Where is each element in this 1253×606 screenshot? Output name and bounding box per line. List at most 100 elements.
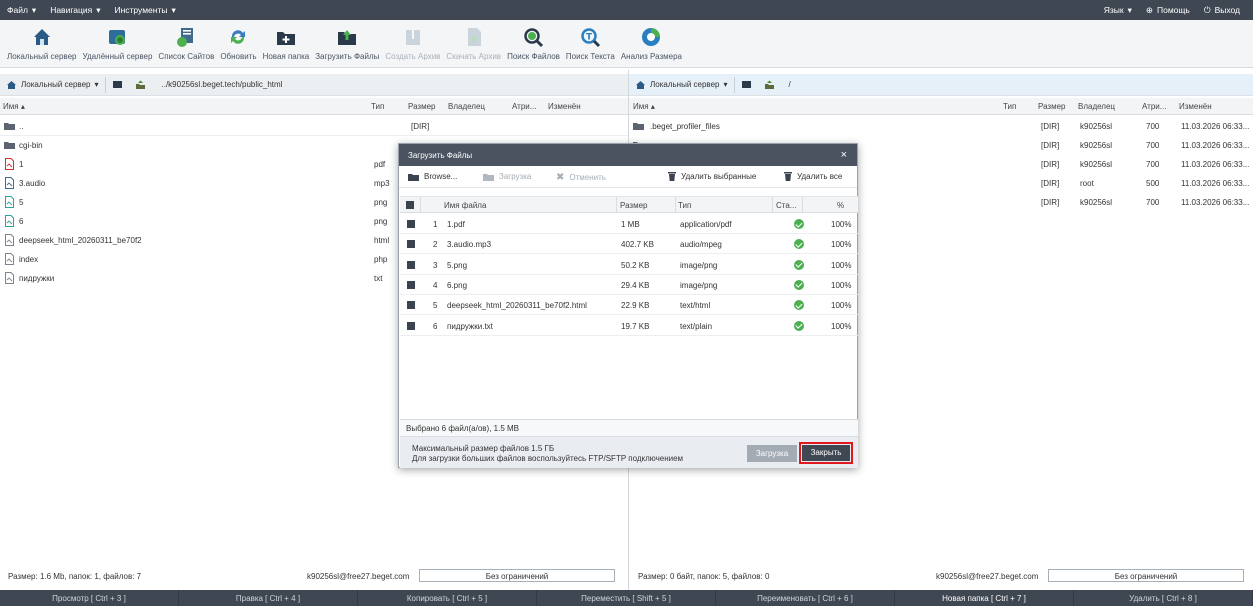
col-attr[interactable]: Атри... bbox=[512, 102, 536, 111]
row-checkbox[interactable] bbox=[407, 240, 415, 249]
file-name: deepseek_html_20260311_be70f2 bbox=[19, 236, 142, 245]
file-attr: 700 bbox=[1146, 141, 1160, 150]
upload-file-type: image/png bbox=[680, 280, 718, 290]
file-modified: 11.03.2026 06:33... bbox=[1181, 198, 1250, 207]
ftp-note: Для загрузки больших файлов воспользуйте… bbox=[412, 454, 684, 463]
check-circle-icon bbox=[794, 219, 804, 229]
col-filetype[interactable]: Тип bbox=[678, 201, 691, 210]
function-key-1[interactable]: Правка [ Ctrl + 4 ] bbox=[179, 590, 358, 606]
col-percent[interactable]: % bbox=[837, 201, 844, 210]
file-attr: 500 bbox=[1146, 179, 1160, 188]
close-button[interactable]: Закрыть bbox=[802, 445, 850, 461]
row-checkbox[interactable] bbox=[407, 280, 415, 289]
row-index: 2 bbox=[433, 240, 438, 250]
upload-file-row[interactable]: 1 1.pdf 1 MB application/pdf 100% bbox=[400, 214, 858, 234]
table-row[interactable]: .. [DIR] bbox=[0, 117, 628, 136]
check-circle-icon bbox=[794, 259, 804, 270]
col-type[interactable]: Тип bbox=[1003, 102, 1016, 111]
row-checkbox[interactable] bbox=[407, 301, 415, 310]
upload-dialog: Загрузить Файлы × Browse... Загрузка ✖ О… bbox=[398, 143, 858, 468]
image-file-icon bbox=[5, 215, 14, 227]
upload-file-row[interactable]: 3 5.png 50.2 KB image/png 100% bbox=[400, 255, 858, 275]
check-circle-icon bbox=[794, 239, 804, 250]
upload-button[interactable]: Загрузка bbox=[747, 445, 797, 462]
col-name[interactable]: Имя ▴ bbox=[3, 102, 25, 111]
file-name: cgi-bin bbox=[19, 141, 43, 150]
upload-file-row[interactable]: 5 deepseek_html_20260311_be70f2.html 22.9 … bbox=[400, 295, 858, 316]
left-server-select[interactable]: Локальный сервер ▾ bbox=[0, 80, 105, 90]
upload-file-type: application/pdf bbox=[680, 220, 732, 229]
col-filesize[interactable]: Размер bbox=[620, 201, 648, 210]
browse-button[interactable]: Browse... bbox=[408, 172, 457, 181]
file-attr: 700 bbox=[1146, 122, 1160, 131]
row-index: 4 bbox=[433, 280, 438, 290]
folder-icon bbox=[408, 173, 419, 181]
upload-file-size: 29.4 KB bbox=[621, 280, 650, 290]
divider bbox=[675, 197, 676, 213]
left-status-text: Размер: 1.6 Mb, папок: 1, файлов: 7 bbox=[8, 572, 142, 581]
close-button-highlight: Закрыть bbox=[799, 442, 853, 464]
file-name: 6 bbox=[19, 217, 24, 226]
col-name[interactable]: Имя ▴ bbox=[633, 102, 655, 111]
row-checkbox[interactable] bbox=[407, 260, 415, 269]
col-size[interactable]: Размер bbox=[408, 102, 436, 111]
divider bbox=[802, 197, 803, 213]
file-name: .beget_profiler_files bbox=[650, 122, 720, 131]
col-filename[interactable]: Имя файла bbox=[444, 201, 486, 210]
start-upload-button[interactable]: Загрузка bbox=[483, 172, 531, 181]
upload-file-name: 1.pdf bbox=[447, 220, 465, 229]
col-owner[interactable]: Владелец bbox=[1078, 102, 1115, 111]
file-name: пидружки bbox=[19, 274, 55, 283]
file-name: .. bbox=[19, 122, 24, 131]
file-type: pdf bbox=[374, 160, 386, 169]
col-attr[interactable]: Атри... bbox=[1142, 102, 1166, 111]
file-owner: root bbox=[1080, 179, 1094, 188]
table-row[interactable]: .beget_profiler_files [DIR] k90256sl 700 11.… bbox=[629, 117, 1253, 136]
divider bbox=[616, 197, 617, 213]
function-key-0[interactable]: Просмотр [ Ctrl + 3 ] bbox=[0, 590, 179, 606]
right-server-select[interactable]: Локальный сервер ▾ bbox=[629, 80, 734, 90]
file-size: [DIR] bbox=[411, 122, 430, 131]
right-path: / bbox=[788, 80, 791, 89]
col-modified[interactable]: Изменён bbox=[1179, 102, 1212, 111]
cancel-upload-button[interactable]: ✖ Отменить bbox=[556, 172, 606, 183]
folder-up-icon[interactable] bbox=[135, 80, 146, 90]
function-key-3[interactable]: Переместить [ Shift + 5 ] bbox=[537, 590, 716, 606]
cancel-icon: ✖ bbox=[556, 172, 565, 183]
upload-file-row[interactable]: 2 3.audio.mp3 402.7 KB audio/mpeg 100% bbox=[400, 234, 858, 255]
drive-icon[interactable] bbox=[112, 80, 123, 89]
file-modified: 11.03.2026 06:33... bbox=[1181, 122, 1250, 131]
close-icon[interactable]: × bbox=[841, 149, 847, 161]
upload-percent: 100% bbox=[831, 321, 852, 331]
drive-icon[interactable] bbox=[741, 80, 752, 89]
col-status[interactable]: Ста... bbox=[776, 201, 796, 210]
upload-file-size: 22.9 KB bbox=[621, 301, 650, 311]
file-type: png bbox=[374, 217, 388, 226]
upload-file-row[interactable]: 6 пидружки.txt 19.7 KB text/plain 100% bbox=[400, 316, 858, 336]
col-modified[interactable]: Изменён bbox=[548, 102, 581, 111]
upload-file-type: image/png bbox=[680, 260, 718, 270]
col-owner[interactable]: Владелец bbox=[448, 102, 485, 111]
audio-file-icon bbox=[5, 177, 14, 189]
delete-all-button[interactable]: Удалить все bbox=[784, 172, 842, 181]
upload-file-row[interactable]: 4 6.png 29.4 KB image/png 100% bbox=[400, 275, 858, 295]
row-checkbox[interactable] bbox=[407, 321, 415, 330]
function-key-2[interactable]: Копировать [ Ctrl + 5 ] bbox=[358, 590, 537, 606]
folder-icon bbox=[633, 123, 644, 130]
col-size[interactable]: Размер bbox=[1038, 102, 1066, 111]
col-type[interactable]: Тип bbox=[371, 102, 384, 111]
folder-up-icon[interactable] bbox=[764, 80, 775, 90]
function-key-4[interactable]: Переименовать [ Ctrl + 6 ] bbox=[716, 590, 895, 606]
function-key-5[interactable]: Новая папка [ Ctrl + 7 ] bbox=[895, 590, 1074, 606]
upload-file-type: text/html bbox=[680, 301, 711, 311]
upload-file-name: 5.png bbox=[447, 260, 468, 270]
left-user: k90256sl@free27.beget.com bbox=[307, 572, 410, 581]
row-checkbox[interactable] bbox=[407, 220, 415, 228]
delete-selected-button[interactable]: Удалить выбранные bbox=[668, 172, 756, 181]
file-type: png bbox=[374, 198, 388, 207]
dialog-toolbar: Browse... Загрузка ✖ Отменить Удалить вы… bbox=[399, 166, 857, 188]
function-key-6[interactable]: Удалить [ Ctrl + 8 ] bbox=[1074, 590, 1253, 606]
trash-icon bbox=[784, 172, 792, 181]
upload-file-size: 19.7 KB bbox=[621, 321, 650, 331]
select-all-checkbox[interactable] bbox=[406, 201, 414, 209]
